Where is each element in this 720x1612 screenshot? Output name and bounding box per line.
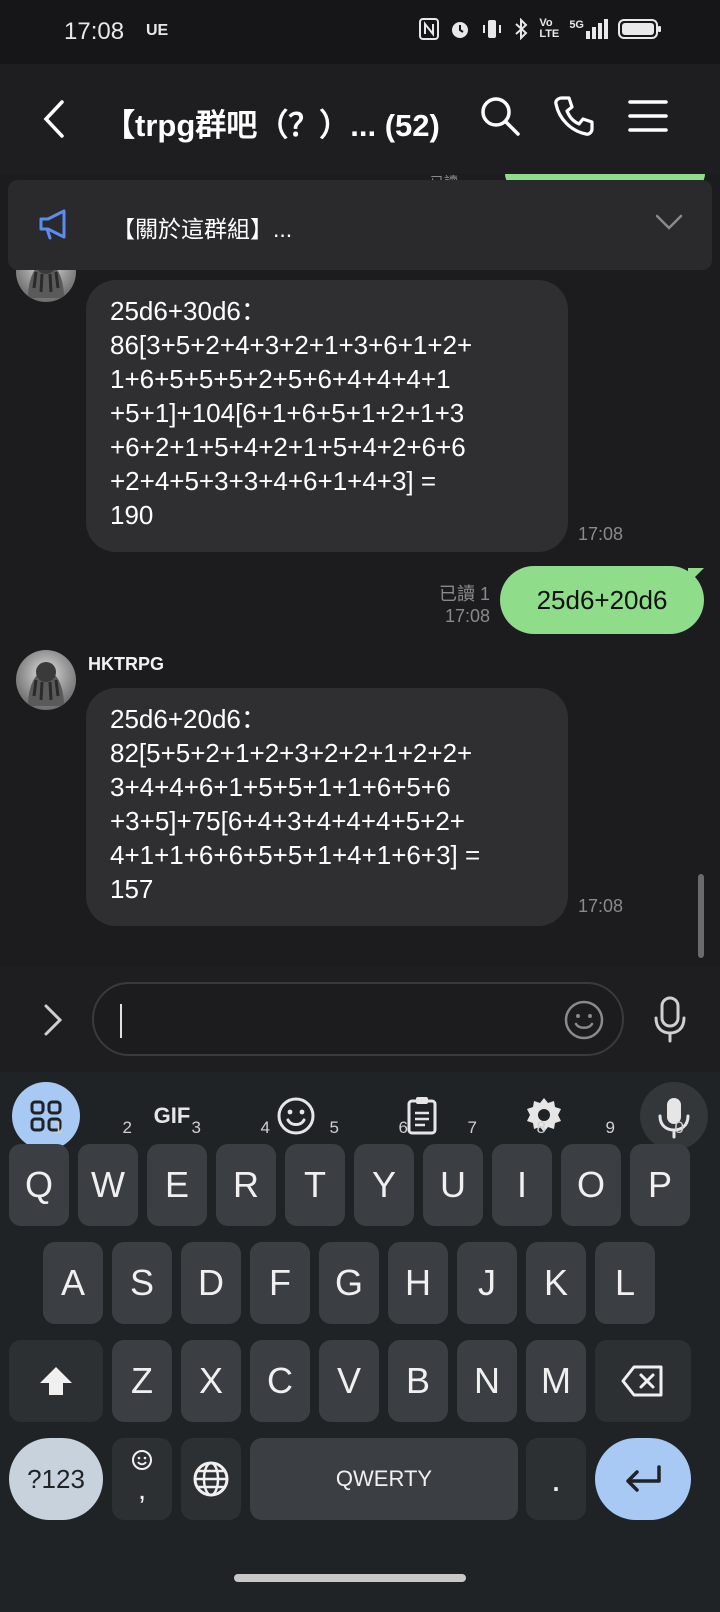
key-r[interactable]: R4 xyxy=(216,1118,276,1226)
chat-title[interactable]: 【trpg群吧（？）... (52) xyxy=(104,100,440,145)
key-f[interactable]: F xyxy=(250,1242,310,1324)
status-time: 17:08 xyxy=(64,18,125,45)
key-y[interactable]: Y6 xyxy=(354,1118,414,1226)
emoji-icon xyxy=(132,1450,152,1470)
key-o[interactable]: O9 xyxy=(561,1118,621,1226)
key-l[interactable]: L xyxy=(595,1242,655,1324)
key-a[interactable]: A xyxy=(43,1242,103,1324)
phone-icon[interactable] xyxy=(552,94,596,138)
sender-name[interactable]: HKTRPG xyxy=(88,654,164,675)
message-time: 17:08 xyxy=(444,606,490,626)
apps-grid-icon[interactable] xyxy=(12,1082,80,1150)
search-icon[interactable] xyxy=(478,94,522,138)
menu-icon[interactable] xyxy=(626,94,670,138)
status-bar: 17:08 UE Vo LTE 5G xyxy=(0,0,720,64)
nfc-icon xyxy=(419,18,440,40)
text-caret xyxy=(120,1004,122,1038)
backspace-icon xyxy=(621,1365,663,1397)
key-x[interactable]: X xyxy=(181,1340,241,1422)
key-d[interactable]: D xyxy=(181,1242,241,1324)
enter-arrow-icon xyxy=(626,1465,661,1492)
incoming-message-bubble[interactable]: 25d6+20d6： 82[5+5+2+1+2+3+2+2+1+2+2+ 3+4… xyxy=(86,688,568,926)
key-q[interactable]: Q1 xyxy=(9,1118,69,1226)
shift-icon xyxy=(40,1367,72,1395)
backspace-key[interactable] xyxy=(595,1340,691,1422)
message-list[interactable]: 已讀 【關於這群組】... 25d6+30d6： 86[3+5+2+4+3+2+… xyxy=(0,174,720,966)
enter-key[interactable] xyxy=(595,1438,691,1520)
volte-icon: Vo LTE xyxy=(539,17,560,40)
key-g[interactable]: G xyxy=(319,1242,379,1324)
voice-mic-icon[interactable] xyxy=(640,1082,708,1150)
avatar[interactable] xyxy=(16,650,76,710)
key-u[interactable]: U7 xyxy=(423,1118,483,1226)
comma-label: , xyxy=(137,1473,147,1506)
megaphone-icon xyxy=(39,209,66,240)
read-receipt: 已讀 1 xyxy=(438,584,490,604)
comma-emoji-key[interactable]: , xyxy=(112,1438,172,1520)
key-t[interactable]: T5 xyxy=(285,1118,345,1226)
shift-key[interactable] xyxy=(9,1340,103,1422)
period-key[interactable]: . xyxy=(526,1438,586,1520)
input-bar xyxy=(0,966,720,1072)
key-k[interactable]: K xyxy=(526,1242,586,1324)
gesture-nav-handle[interactable] xyxy=(234,1574,466,1582)
message-input[interactable] xyxy=(92,982,624,1056)
key-v[interactable]: V xyxy=(319,1340,379,1422)
bluetooth-icon xyxy=(515,18,528,40)
key-c[interactable]: C xyxy=(250,1340,310,1422)
key-z[interactable]: Z xyxy=(112,1340,172,1422)
announcement-text: 【關於這群組】... xyxy=(112,216,293,242)
carrier-label: UE xyxy=(146,22,169,39)
key-w[interactable]: W2 xyxy=(78,1118,138,1226)
battery-icon xyxy=(618,19,661,39)
chat-header: 【trpg群吧（？）... (52) xyxy=(0,64,720,174)
announcement-banner[interactable]: 【關於這群組】... xyxy=(8,180,712,270)
key-n[interactable]: N xyxy=(457,1340,517,1422)
key-s[interactable]: S xyxy=(112,1242,172,1324)
key-i[interactable]: I8 xyxy=(492,1118,552,1226)
vibrate-icon xyxy=(483,20,502,38)
message-time: 17:08 xyxy=(578,524,624,544)
chevron-right-icon[interactable] xyxy=(38,1000,68,1040)
keyboard: GIF Q1 W2 E3 R4 T5 Y6 U7 I8 O9 P0 A S D … xyxy=(0,1072,720,1612)
emoji-icon[interactable] xyxy=(562,998,606,1042)
gif-button[interactable]: GIF xyxy=(148,1094,196,1138)
network-type-label: 5G xyxy=(569,19,584,31)
scrollbar[interactable] xyxy=(698,874,704,958)
5g-signal-icon: 5G xyxy=(569,19,608,39)
symbols-key[interactable]: ?123 xyxy=(9,1438,103,1520)
space-key[interactable]: QWERTY xyxy=(250,1438,518,1520)
incoming-message-bubble[interactable]: 25d6+30d6： 86[3+5+2+4+3+2+1+3+6+1+2+ 1+6… xyxy=(86,280,568,552)
key-e[interactable]: E3 xyxy=(147,1118,207,1226)
alarm-icon xyxy=(452,22,469,38)
status-icons: Vo LTE 5G xyxy=(419,18,662,40)
key-b[interactable]: B xyxy=(388,1340,448,1422)
outgoing-message-bubble[interactable]: 25d6+20d6 xyxy=(500,566,704,634)
key-j[interactable]: J xyxy=(457,1242,517,1324)
microphone-icon[interactable] xyxy=(648,994,692,1044)
back-arrow-icon[interactable] xyxy=(36,96,72,142)
emoji-icon[interactable] xyxy=(274,1094,318,1138)
globe-icon xyxy=(193,1461,229,1497)
key-h[interactable]: H xyxy=(388,1242,448,1324)
key-p[interactable]: P0 xyxy=(630,1118,690,1226)
language-key[interactable] xyxy=(181,1438,241,1520)
message-time: 17:08 xyxy=(578,896,624,916)
chevron-down-icon[interactable] xyxy=(654,210,684,234)
key-m[interactable]: M xyxy=(526,1340,586,1422)
